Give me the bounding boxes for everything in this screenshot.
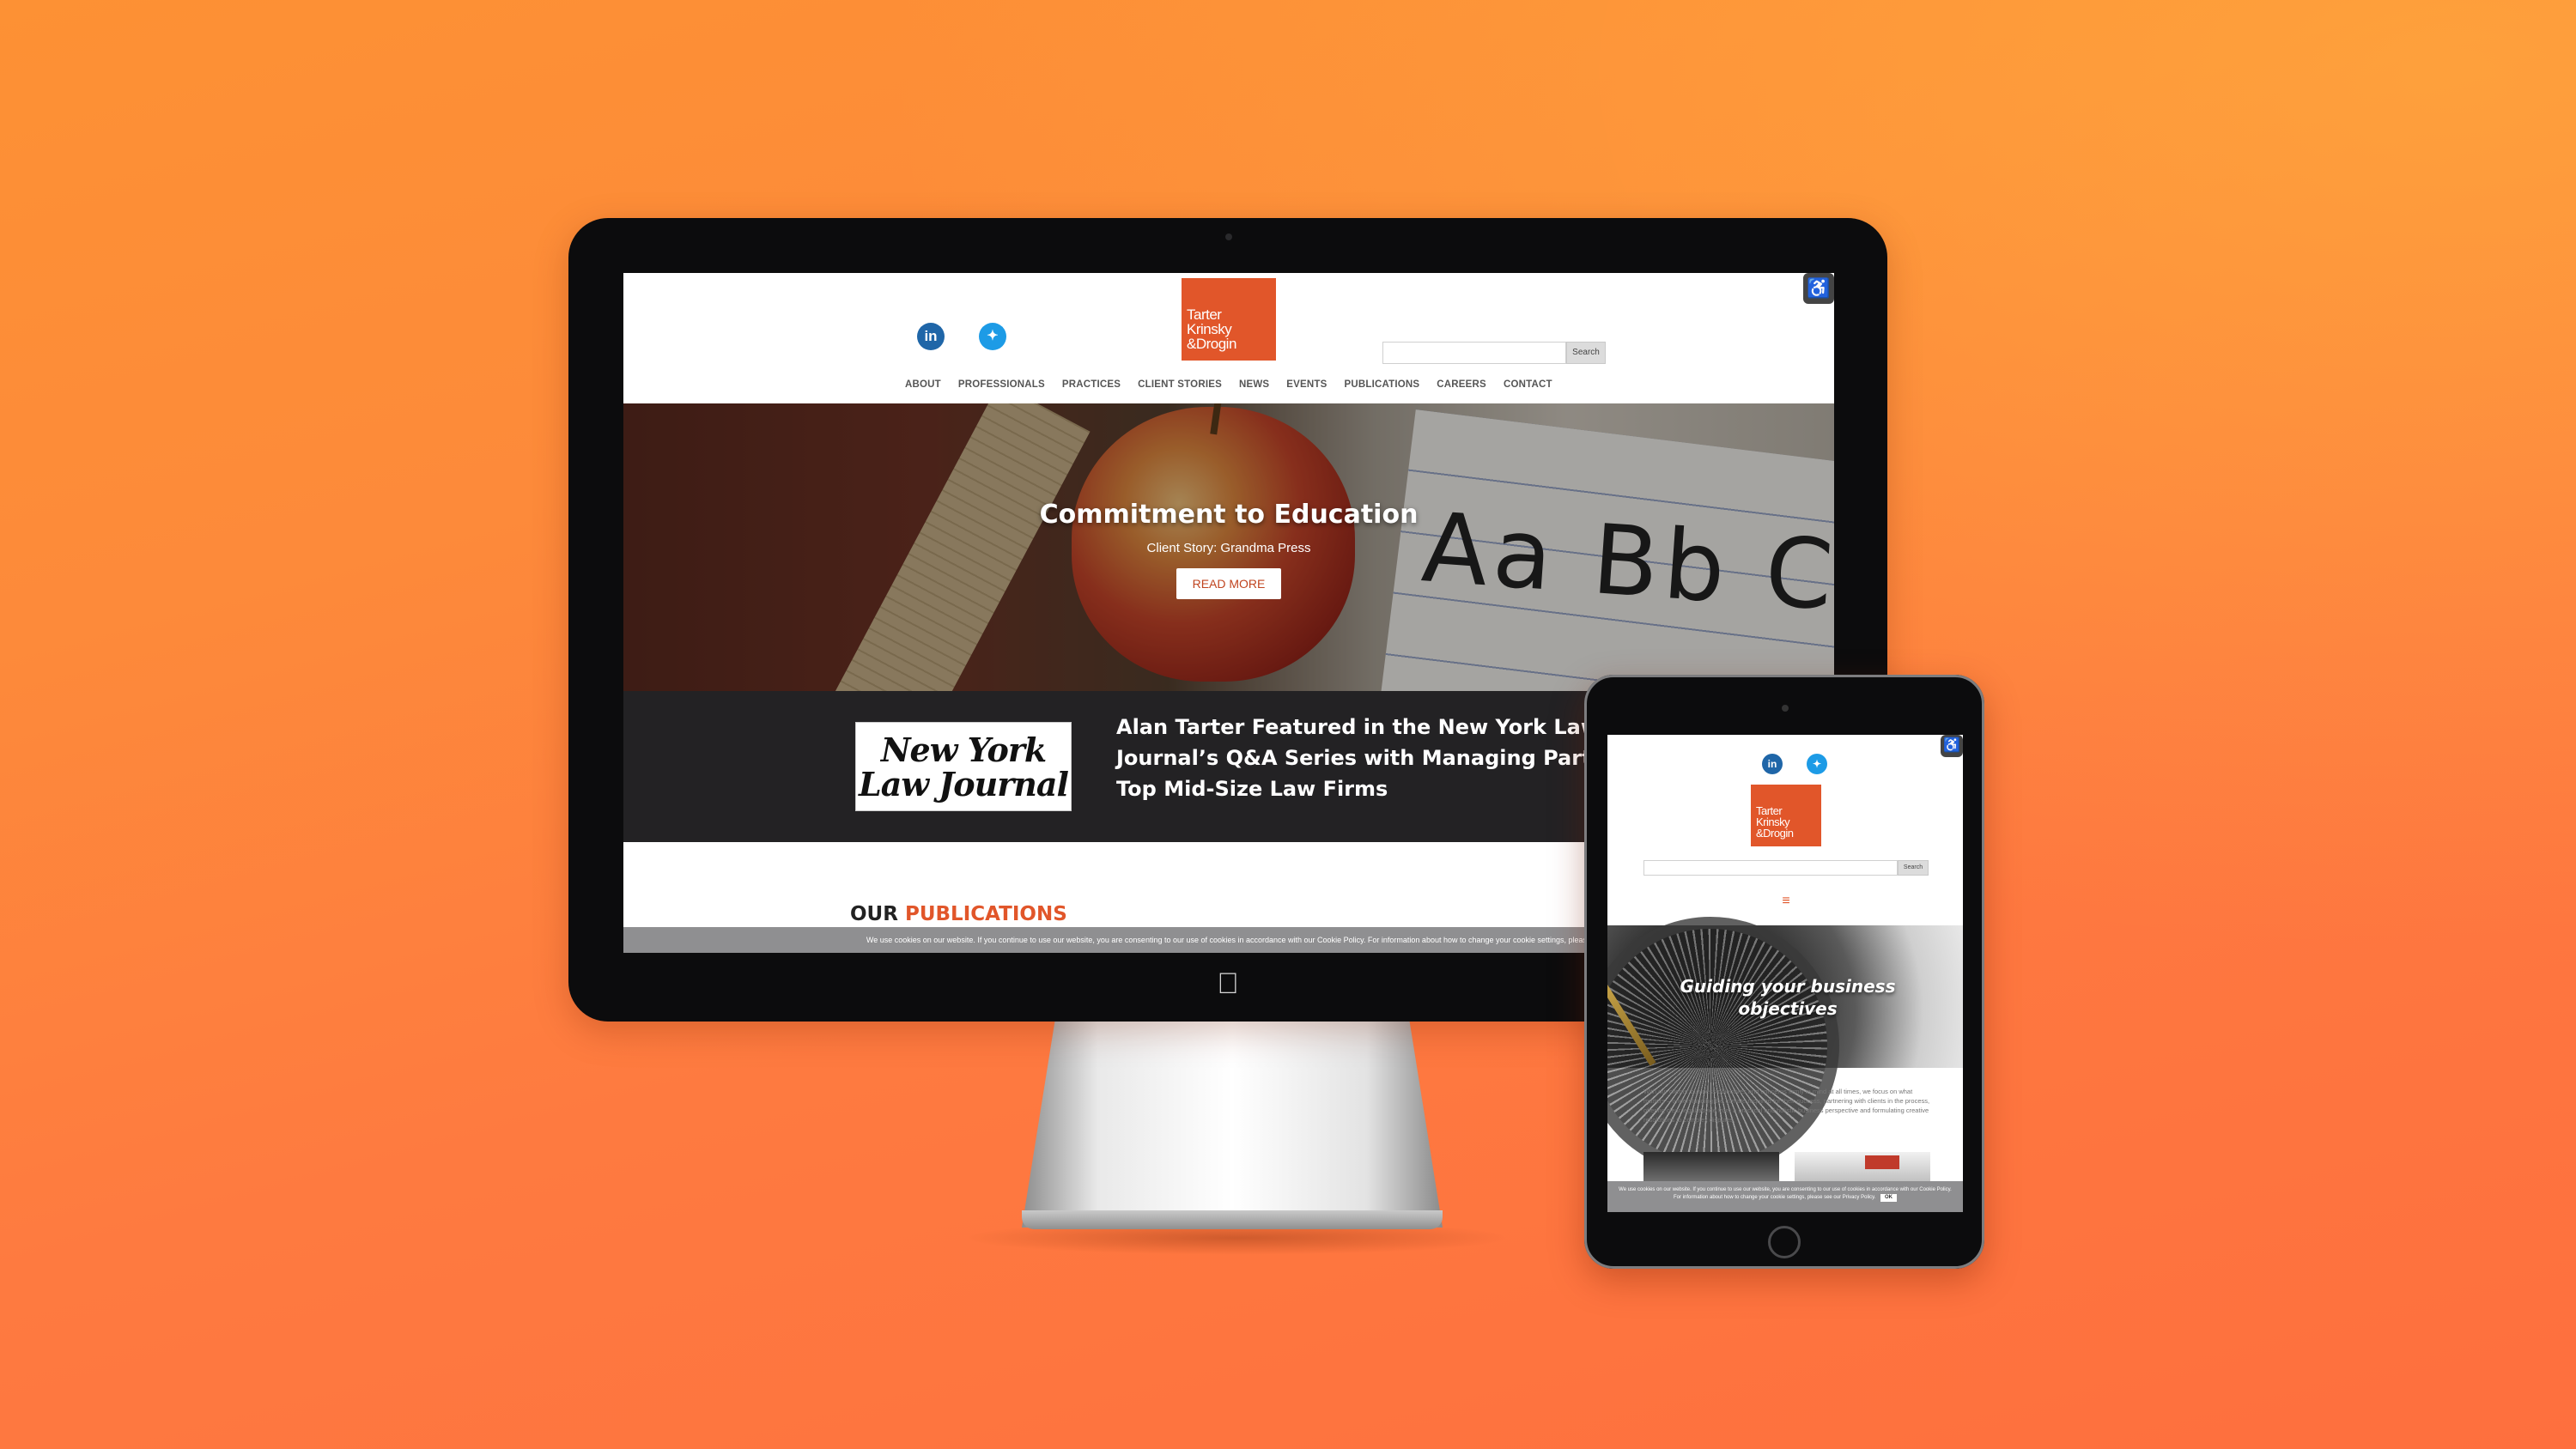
nav-professionals[interactable]: PROFESSIONALS: [958, 379, 1045, 390]
cookie-ok-button[interactable]: OK: [1880, 1194, 1898, 1202]
logo-line-2: Krinsky: [1187, 321, 1232, 337]
imac-stand: [1022, 1017, 1443, 1228]
tablet-hero: Guiding your business objectives: [1607, 917, 1963, 1174]
nav-careers[interactable]: CAREERS: [1437, 379, 1486, 390]
imac-stand-base: [1022, 1210, 1443, 1229]
accessibility-icon[interactable]: ♿: [1941, 735, 1963, 757]
menu-icon[interactable]: ≡: [1779, 894, 1793, 908]
nav-news[interactable]: NEWS: [1239, 379, 1269, 390]
logo-line-3: &Drogin: [1187, 336, 1236, 352]
thumbnail-detail: [1865, 1155, 1899, 1169]
hero-title: Commitment to Education: [1039, 500, 1419, 530]
tablet-hero-title: Guiding your business objectives: [1659, 975, 1917, 1020]
nav-about[interactable]: ABOUT: [905, 379, 941, 390]
tablet-website: in ✦ ♿ Tarter Krinsky &Drogin Search ≡ G…: [1607, 735, 1963, 1212]
publications-heading-highlight: PUBLICATIONS: [904, 903, 1067, 925]
hero-subtitle: Client Story: Grandma Press: [1146, 541, 1311, 555]
site-logo[interactable]: Tarter Krinsky &Drogin: [1182, 278, 1276, 361]
tablet-hero-title-line-1: Guiding your business: [1680, 976, 1896, 997]
tablet-hero-title-line-2: objectives: [1738, 998, 1838, 1019]
search-button[interactable]: Search: [1566, 342, 1606, 364]
apple-logo-icon: : [1212, 968, 1243, 999]
nav-practices[interactable]: PRACTICES: [1062, 379, 1121, 390]
linkedin-icon[interactable]: in: [917, 323, 945, 350]
nylj-logo-line-1: New York: [880, 731, 1047, 769]
logo-line-3: &Drogin: [1756, 827, 1794, 840]
main-nav: ABOUT PROFESSIONALS PRACTICES CLIENT STO…: [905, 379, 1552, 390]
logo-line-1: Tarter: [1187, 306, 1222, 323]
site-logo[interactable]: Tarter Krinsky &Drogin: [1751, 785, 1821, 846]
twitter-icon[interactable]: ✦: [1807, 754, 1827, 774]
intro-paragraph: With our clients’ business objectives an…: [1643, 1088, 1930, 1124]
search-input[interactable]: [1382, 342, 1566, 364]
nav-publications[interactable]: PUBLICATIONS: [1345, 379, 1420, 390]
search-button[interactable]: Search: [1898, 860, 1929, 876]
nav-contact[interactable]: CONTACT: [1504, 379, 1552, 390]
cookie-text: We use cookies on our website. If you co…: [1619, 1187, 1952, 1200]
publications-heading: OUR PUBLICATIONS: [850, 903, 1067, 925]
ipad-home-button: [1768, 1226, 1801, 1258]
read-more-button[interactable]: READ MORE: [1176, 568, 1281, 599]
accessibility-icon[interactable]: ♿: [1803, 273, 1834, 304]
search-input[interactable]: [1643, 860, 1898, 876]
publications-heading-prefix: OUR: [850, 903, 898, 925]
nav-client-stories[interactable]: CLIENT STORIES: [1138, 379, 1222, 390]
ipad-camera: [1782, 705, 1789, 712]
imac-camera: [1225, 233, 1232, 240]
hero-slider: Aa Bb C Commitment to Education Client S…: [623, 403, 1834, 691]
cookie-banner: We use cookies on our website. If you co…: [1607, 1181, 1963, 1212]
twitter-icon[interactable]: ✦: [979, 323, 1006, 350]
nylj-logo-line-2: Law Journal: [859, 765, 1069, 803]
nylj-logo: New York Law Journal: [855, 722, 1072, 811]
linkedin-icon[interactable]: in: [1762, 754, 1783, 774]
nav-events[interactable]: EVENTS: [1286, 379, 1327, 390]
